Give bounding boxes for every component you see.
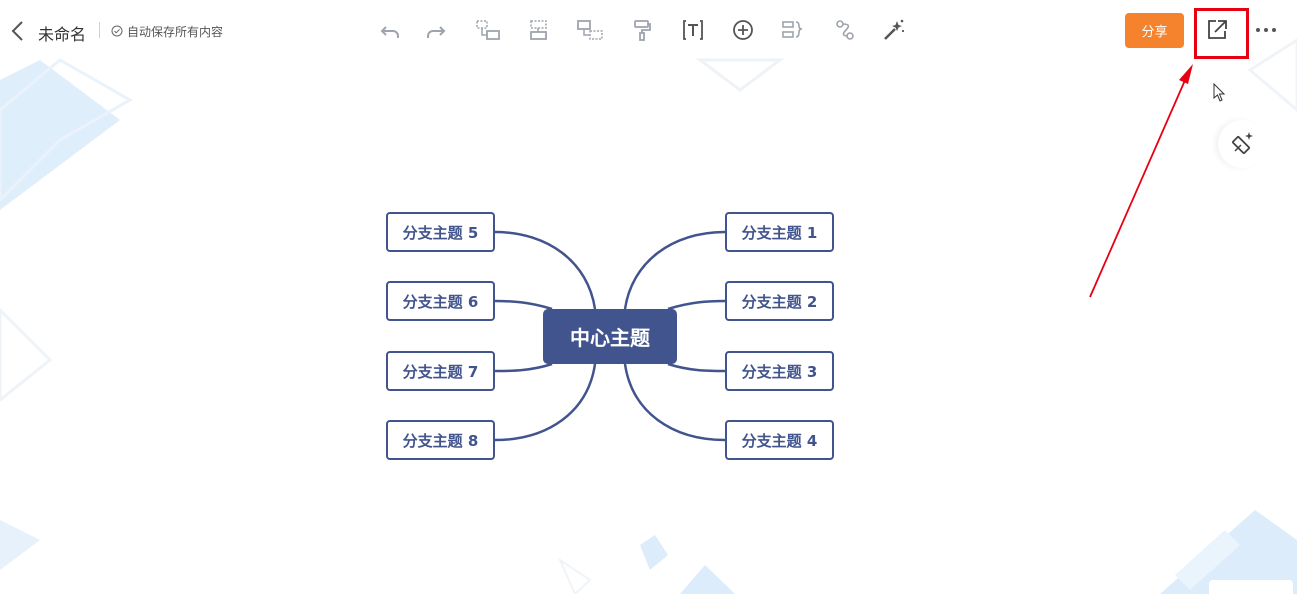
text-icon [683,20,703,40]
branch-topic-1[interactable]: 分支主题 1 [725,212,834,252]
format-painter-icon [634,20,651,41]
more-options-button[interactable] [1254,20,1278,40]
share-button[interactable]: 分享 [1125,13,1184,48]
add-child-topic-button[interactable] [474,16,502,44]
magic-wand-button[interactable] [880,16,908,44]
summary-icon [782,21,803,38]
chevron-left-icon [11,21,23,41]
side-style-button[interactable] [1218,120,1266,168]
save-status-text: 自动保存所有内容 [127,24,224,39]
add-parent-topic-icon [577,20,603,40]
annotation-highlight-box [1194,8,1249,59]
branch-topic-4[interactable]: 分支主题 4 [725,420,834,460]
format-painter-button[interactable] [628,16,656,44]
add-sibling-topic-button[interactable] [525,16,553,44]
check-circle-icon [111,25,123,37]
redo-button[interactable] [421,16,449,44]
plus-circle-icon [733,20,753,40]
title-divider [99,22,100,38]
insert-button[interactable] [729,16,757,44]
branch-topic-5[interactable]: 分支主题 5 [386,212,495,252]
document-title[interactable]: 未命名 [38,21,86,45]
add-sibling-topic-icon [530,20,547,40]
save-status: 自动保存所有内容 [111,22,223,40]
relationship-button[interactable] [831,16,859,44]
add-child-topic-icon [476,20,500,40]
undo-button[interactable] [377,16,405,44]
magic-wand-icon [884,19,905,40]
add-parent-topic-button[interactable] [576,16,604,44]
text-button[interactable] [679,16,707,44]
branch-topic-7[interactable]: 分支主题 7 [386,351,495,391]
branch-topic-3[interactable]: 分支主题 3 [725,351,834,391]
more-dots-icon [1256,28,1276,32]
summary-button[interactable] [779,16,807,44]
style-brush-icon [1232,132,1253,154]
branch-topic-8[interactable]: 分支主题 8 [386,420,495,460]
undo-icon [380,26,399,38]
relationship-icon [836,20,854,40]
central-topic[interactable]: 中心主题 [543,309,677,364]
redo-icon [427,26,446,38]
mouse-cursor-icon [1213,83,1226,102]
corner-panel [1209,580,1293,594]
branch-topic-2[interactable]: 分支主题 2 [725,281,834,321]
back-button[interactable] [8,18,30,44]
mindmap-connectors [494,230,726,442]
branch-topic-6[interactable]: 分支主题 6 [386,281,495,321]
top-toolbar: 未命名 自动保存所有内容 分享 [0,0,1297,60]
